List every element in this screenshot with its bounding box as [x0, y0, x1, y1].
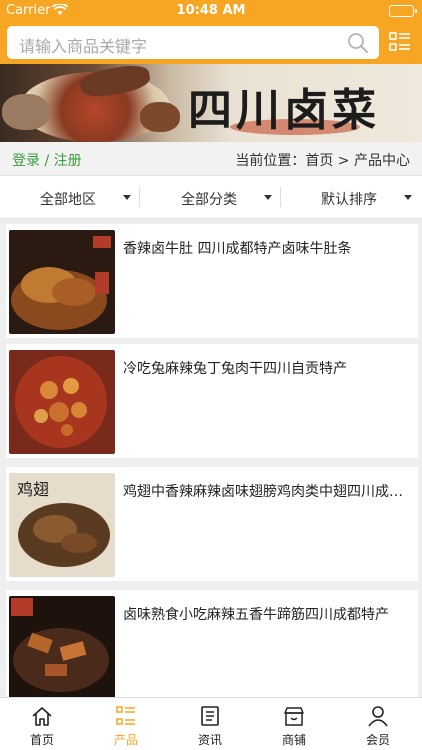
- search-icon[interactable]: [347, 32, 369, 58]
- filter-label: 默认排序: [321, 192, 377, 208]
- tab-products[interactable]: 产品: [84, 698, 168, 750]
- tab-shop[interactable]: 商铺: [252, 698, 336, 750]
- product-name: 鸡翅中香辣麻辣卤味翅膀鸡肉类中翅四川成都特产: [123, 484, 413, 500]
- product-item[interactable]: 香辣卤牛肚 四川成都特产卤味牛肚条: [6, 224, 418, 338]
- tab-label: 产品: [113, 733, 138, 747]
- search-placeholder: 请输入商品关键字: [19, 37, 148, 56]
- banner-food-image: [2, 94, 50, 130]
- news-icon: [199, 705, 221, 730]
- divider: [280, 187, 281, 207]
- search-input[interactable]: 请输入商品关键字: [7, 26, 379, 59]
- caret-down-icon: [123, 195, 131, 200]
- filter-label: 全部地区: [40, 192, 96, 208]
- product-item[interactable]: 冷吃兔麻辣兔丁兔肉干四川自贡特产: [6, 344, 418, 458]
- product-list: 香辣卤牛肚 四川成都特产卤味牛肚条 冷吃兔麻辣兔丁兔肉干四川自贡特产 鸡翅 鸡翅…: [0, 219, 422, 697]
- search-bar: 请输入商品关键字: [0, 22, 422, 64]
- battery-icon: [389, 5, 417, 17]
- tab-bar: 首页 产品 资讯 商铺 会员: [0, 697, 422, 750]
- tab-news[interactable]: 资讯: [168, 698, 252, 750]
- status-bar: Carrier 10:48 AM: [0, 0, 422, 22]
- product-thumbnail: 鸡翅: [9, 473, 115, 577]
- filter-label: 全部分类: [181, 192, 237, 208]
- banner-title: 四川卤菜: [188, 85, 380, 136]
- caret-down-icon: [404, 195, 412, 200]
- tab-member[interactable]: 会员: [336, 698, 420, 750]
- svg-text:鸡翅: 鸡翅: [17, 480, 49, 499]
- product-item[interactable]: 鸡翅 鸡翅中香辣麻辣卤味翅膀鸡肉类中翅四川成都特产: [6, 467, 418, 581]
- tab-label: 会员: [365, 733, 390, 747]
- home-icon: [31, 705, 53, 730]
- product-thumbnail: [9, 350, 115, 454]
- product-name: 香辣卤牛肚 四川成都特产卤味牛肚条: [123, 241, 352, 257]
- tab-home[interactable]: 首页: [0, 698, 84, 750]
- tab-label: 商铺: [281, 733, 306, 747]
- filter-sort[interactable]: 默认排序: [282, 176, 422, 219]
- breadcrumb-bar: 登录 / 注册 当前位置：首页 > 产品中心: [0, 142, 422, 176]
- product-item[interactable]: 卤味熟食小吃麻辣五香牛蹄筋四川成都特产: [6, 590, 418, 697]
- tab-label: 资讯: [197, 733, 222, 747]
- filter-category[interactable]: 全部分类: [141, 176, 281, 219]
- product-list-icon: [115, 705, 137, 730]
- tab-label: 首页: [29, 733, 54, 747]
- breadcrumb: 当前位置：首页 > 产品中心: [235, 153, 410, 169]
- member-icon: [367, 705, 389, 730]
- banner-food-image: [140, 102, 180, 132]
- product-thumbnail: [9, 230, 115, 334]
- shop-icon: [283, 705, 305, 730]
- filter-region[interactable]: 全部地区: [0, 176, 140, 219]
- grid-list-icon[interactable]: [389, 31, 411, 57]
- clock: 10:48 AM: [176, 3, 246, 18]
- banner[interactable]: 四川卤菜: [0, 64, 422, 142]
- product-name: 冷吃兔麻辣兔丁兔肉干四川自贡特产: [123, 361, 347, 377]
- filter-bar: 全部地区 全部分类 默认排序: [0, 176, 422, 219]
- product-name: 卤味熟食小吃麻辣五香牛蹄筋四川成都特产: [123, 607, 389, 623]
- caret-down-icon: [264, 195, 272, 200]
- divider: [139, 187, 140, 207]
- product-thumbnail: [9, 596, 115, 697]
- login-register-link[interactable]: 登录 / 注册: [12, 150, 82, 170]
